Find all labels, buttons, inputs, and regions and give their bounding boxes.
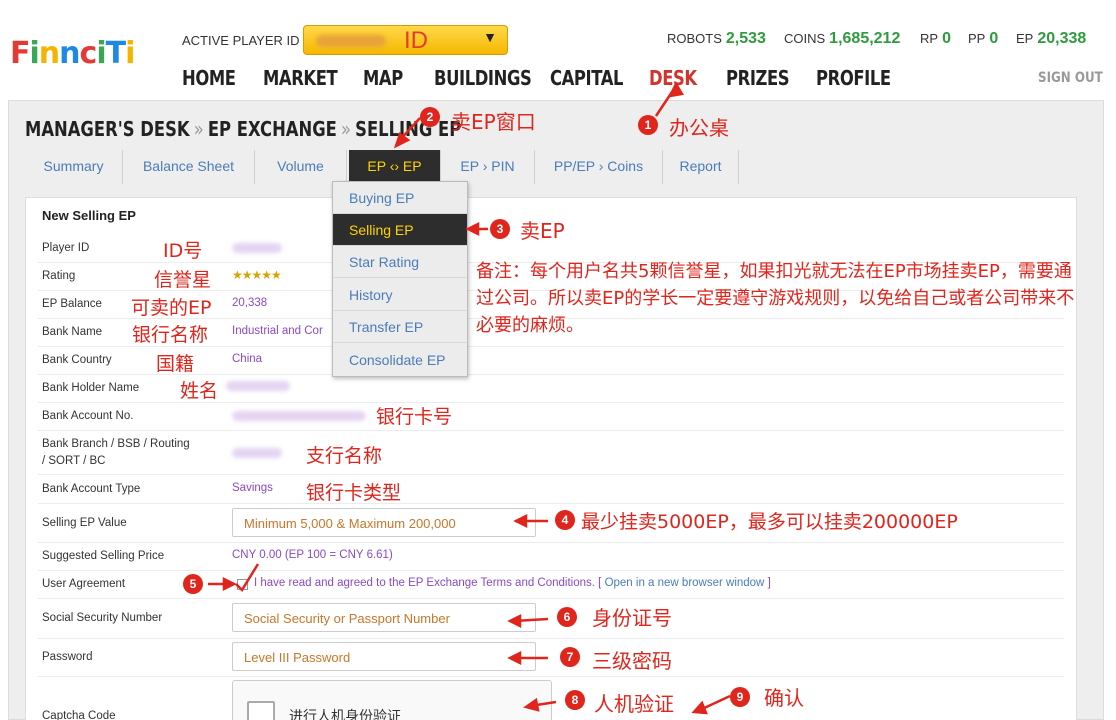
annotation-id-no: ID号 bbox=[163, 240, 203, 262]
annotation-sell-window: 卖EP窗口 bbox=[451, 110, 536, 134]
annotation-id-number: 身份证号 bbox=[592, 606, 672, 630]
annotation-sell-ep: 卖EP bbox=[520, 219, 565, 243]
badge-1: 1 bbox=[638, 115, 658, 135]
arrowhead bbox=[667, 81, 685, 98]
annotation-rating: 信誉星 bbox=[154, 269, 212, 291]
annotation-min-max: 最少挂卖5000EP，最多可以挂卖200000EP bbox=[581, 511, 958, 533]
annotation-captcha: 人机验证 bbox=[594, 692, 674, 716]
annotation-nationality: 国籍 bbox=[156, 353, 195, 375]
arrowhead bbox=[513, 513, 528, 529]
badge-4: 4 bbox=[555, 510, 575, 530]
badge-5: 5 bbox=[183, 574, 203, 594]
badge-3: 3 bbox=[490, 219, 510, 239]
annotation-name: 姓名 bbox=[180, 380, 219, 402]
annotation-desk: 办公桌 bbox=[669, 116, 729, 140]
annotation-bank-name: 银行名称 bbox=[132, 324, 209, 346]
arrowhead bbox=[222, 576, 237, 592]
arrowhead bbox=[691, 700, 708, 715]
check-mark-annotation bbox=[235, 563, 260, 593]
annotation-note: 备注：每个用户名共5颗信誉星，如果扣光就无法在EP市场挂卖EP，需要通过公司。所… bbox=[476, 261, 1075, 336]
badge-2: 2 bbox=[420, 107, 440, 127]
arrowhead bbox=[507, 650, 522, 666]
annotation-branch-name: 支行名称 bbox=[306, 445, 383, 467]
annotation-confirm: 确认 bbox=[764, 686, 804, 710]
annotation-card-no: 银行卡号 bbox=[376, 406, 453, 428]
badge-7: 7 bbox=[560, 647, 580, 667]
arrowhead bbox=[393, 131, 411, 149]
annotation-sellable-ep: 可卖的EP bbox=[131, 297, 212, 319]
badge-8: 8 bbox=[565, 690, 585, 710]
arrowhead bbox=[523, 697, 540, 712]
arrowhead bbox=[507, 613, 522, 629]
annotation-card-type: 银行卡类型 bbox=[306, 482, 402, 504]
arrowhead bbox=[465, 221, 480, 237]
badge-6: 6 bbox=[557, 607, 577, 627]
badge-9: 9 bbox=[730, 687, 750, 707]
annotation-level3-password: 三级密码 bbox=[592, 649, 672, 673]
